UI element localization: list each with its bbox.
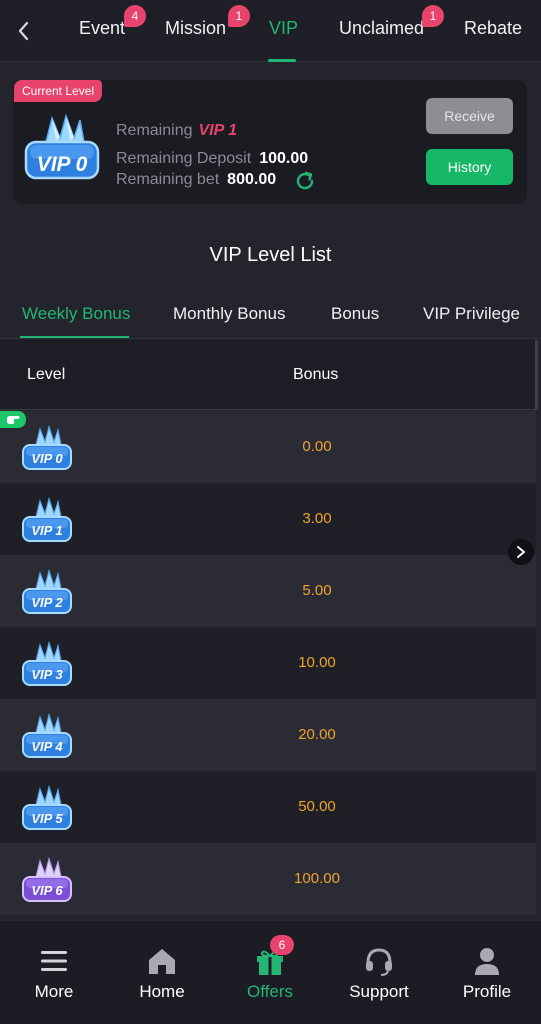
tab-bonus[interactable]: Bonus xyxy=(331,304,379,324)
unclaimed-badge: 1 xyxy=(422,5,444,27)
nav-offers-label: Offers xyxy=(247,982,293,1001)
top-navigation: Event 4 Mission 1 VIP Unclaimed 1 Rebate xyxy=(0,0,541,62)
receive-button[interactable]: Receive xyxy=(426,98,513,134)
nav-profile[interactable]: Profile xyxy=(433,921,541,1021)
vip-level-label: VIP 2 xyxy=(31,595,63,610)
vip-level-label: VIP 3 xyxy=(31,667,63,682)
tab-monthly-bonus[interactable]: Monthly Bonus xyxy=(173,304,285,324)
remaining-label: Remaining xyxy=(116,122,193,139)
vip-level-label: VIP 4 xyxy=(31,739,63,754)
remaining-bet-label: Remaining bet xyxy=(116,171,220,188)
bonus-value: 10.00 xyxy=(298,654,336,671)
vip-level-icon: VIP 2 xyxy=(20,568,74,617)
remaining-bet-value: 800.00 xyxy=(227,171,277,188)
table-row: VIP 5 50.00 xyxy=(0,771,536,843)
headset-icon xyxy=(363,945,395,977)
vip-level-list-title: VIP Level List xyxy=(209,244,332,266)
next-vip-level: VIP 1 xyxy=(198,122,238,139)
vip-level-icon: VIP 1 xyxy=(20,496,74,545)
nav-profile-label: Profile xyxy=(462,982,512,1001)
event-badge: 4 xyxy=(124,5,146,27)
table-header: Level Bonus xyxy=(0,340,536,410)
divider xyxy=(0,338,541,339)
bottom-navigation: More Home Offers Support Profile xyxy=(0,920,541,1024)
remaining-deposit-line: Remaining Deposit 100.00 xyxy=(116,150,308,168)
bonus-value: 20.00 xyxy=(298,726,336,743)
tab-rebate[interactable]: Rebate xyxy=(464,18,522,39)
vip-level-badge-icon: VIP 0 xyxy=(22,112,102,186)
remaining-deposit-label: Remaining Deposit xyxy=(116,150,252,167)
vip-level-label: VIP 6 xyxy=(31,883,63,898)
nav-offers[interactable]: Offers xyxy=(216,921,324,1021)
vip-level-icon: VIP 4 xyxy=(20,712,74,761)
current-level-marker xyxy=(0,411,26,428)
current-level-tag: Current Level xyxy=(14,80,103,102)
vip-level-icon: VIP 5 xyxy=(20,784,74,833)
tab-event[interactable]: Event xyxy=(79,18,125,39)
tab-unclaimed[interactable]: Unclaimed xyxy=(339,18,424,39)
bonus-value: 3.00 xyxy=(302,510,332,527)
vip-level-label: VIP 5 xyxy=(31,811,63,826)
remaining-bet-line: Remaining bet 800.00 xyxy=(116,171,276,189)
nav-more-label: More xyxy=(34,982,74,1001)
home-icon xyxy=(146,945,178,977)
remaining-line: Remaining VIP 1 xyxy=(116,122,237,140)
tab-vip[interactable]: VIP xyxy=(269,18,298,39)
scrollbar[interactable] xyxy=(535,340,538,410)
vip-level-label: VIP 0 xyxy=(31,451,63,466)
nav-more[interactable]: More xyxy=(0,921,108,1021)
bonus-value: 5.00 xyxy=(302,582,332,599)
tab-mission[interactable]: Mission xyxy=(165,18,226,39)
column-header-level: Level xyxy=(27,366,66,383)
mission-badge: 1 xyxy=(228,5,250,27)
bonus-value: 0.00 xyxy=(302,438,332,455)
back-icon[interactable] xyxy=(12,18,36,44)
table-row: VIP 4 20.00 xyxy=(0,699,536,771)
bonus-value: 50.00 xyxy=(298,798,336,815)
chevron-right-icon[interactable] xyxy=(508,539,534,565)
table-row: VIP 6 100.00 xyxy=(0,843,536,915)
vip-level-icon: VIP 6 xyxy=(20,856,74,905)
offers-badge: 6 xyxy=(270,935,294,955)
vip-level-icon: VIP 0 xyxy=(20,424,74,473)
tab-vip-privilege[interactable]: VIP Privilege xyxy=(423,304,520,324)
tab-weekly-bonus[interactable]: Weekly Bonus xyxy=(22,304,130,324)
menu-icon xyxy=(38,945,70,977)
column-header-bonus: Bonus xyxy=(293,366,339,383)
bonus-value: 100.00 xyxy=(294,870,340,887)
nav-support-label: Support xyxy=(349,982,409,1001)
nav-home[interactable]: Home xyxy=(108,921,216,1021)
history-button[interactable]: History xyxy=(426,149,513,185)
refresh-icon[interactable] xyxy=(294,170,316,192)
table-row: VIP 0 0.00 xyxy=(0,411,536,483)
vip-level-label: VIP 1 xyxy=(31,523,62,538)
active-tab-indicator xyxy=(268,59,296,62)
remaining-deposit-value: 100.00 xyxy=(259,150,309,167)
vip-level-icon: VIP 3 xyxy=(20,640,74,689)
vip-level-badge-text: VIP 0 xyxy=(37,153,88,176)
table-row: VIP 1 3.00 xyxy=(0,483,536,555)
person-icon xyxy=(471,945,503,977)
nav-support[interactable]: Support xyxy=(325,921,433,1021)
nav-home-label: Home xyxy=(139,982,185,1001)
table-row: VIP 2 5.00 xyxy=(0,555,536,627)
table-row: VIP 3 10.00 xyxy=(0,627,536,699)
